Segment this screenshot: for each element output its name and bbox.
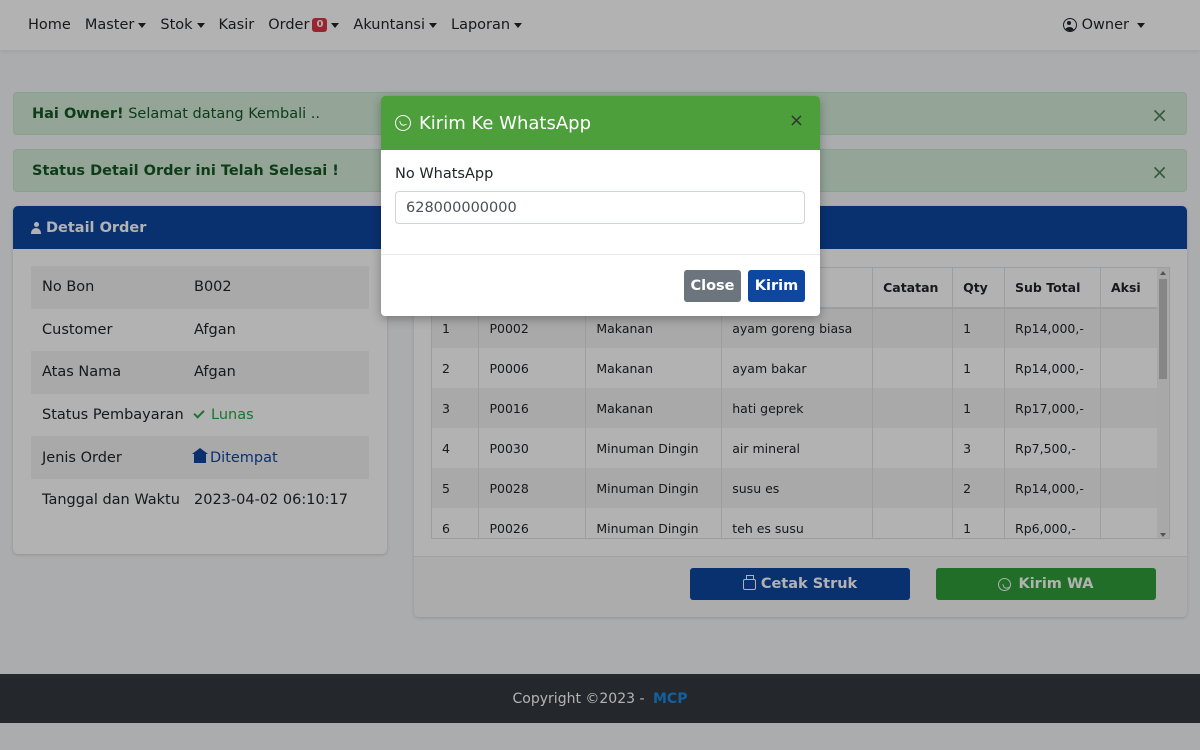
send-button[interactable]: Kirim: [748, 270, 805, 302]
whatsapp-number-label: No WhatsApp: [395, 166, 494, 182]
close-button[interactable]: Close: [684, 270, 741, 302]
whatsapp-icon: [395, 115, 411, 131]
modal-body: No WhatsApp 628000000000: [381, 150, 820, 240]
modal-footer: Close Kirim: [381, 254, 820, 316]
whatsapp-modal: Kirim Ke WhatsApp × No WhatsApp 62800000…: [381, 96, 820, 316]
modal-header: Kirim Ke WhatsApp ×: [381, 96, 820, 150]
whatsapp-number-input[interactable]: 628000000000: [395, 191, 805, 224]
modal-title: Kirim Ke WhatsApp: [419, 112, 592, 134]
close-icon[interactable]: ×: [789, 110, 804, 131]
